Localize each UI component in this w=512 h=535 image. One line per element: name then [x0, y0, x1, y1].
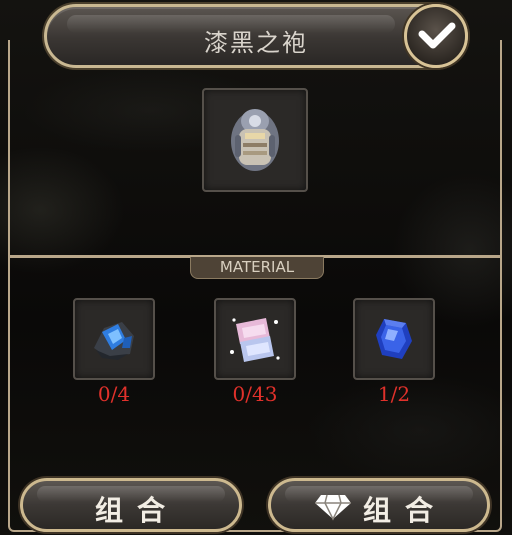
blue-ore-icon [94, 322, 134, 360]
material-section-label: MATERIAL [190, 257, 324, 279]
sapphire-gem-icon [376, 319, 412, 359]
crystal-shard-icon [230, 318, 280, 362]
material-count-1: 0/4 [97, 382, 131, 406]
diamond-icon [315, 494, 351, 521]
confirm-button[interactable] [404, 4, 468, 68]
page-title: 漆黑之袍 [204, 29, 308, 57]
material-slot-2[interactable] [214, 298, 296, 380]
combine-button-label: 组合 [95, 494, 180, 527]
material-slot-3[interactable] [353, 298, 435, 380]
check-icon [418, 22, 456, 49]
gem-combine-button[interactable]: 组合 [268, 478, 490, 532]
robe-item-icon [231, 109, 279, 171]
material-count-3: 1/2 [377, 382, 411, 406]
gem-combine-button-label: 组合 [363, 494, 448, 527]
result-item-slot[interactable] [202, 88, 308, 192]
combine-button[interactable]: 组合 [20, 478, 242, 532]
material-count-2: 0/43 [232, 382, 278, 406]
material-slot-1[interactable] [73, 298, 155, 380]
